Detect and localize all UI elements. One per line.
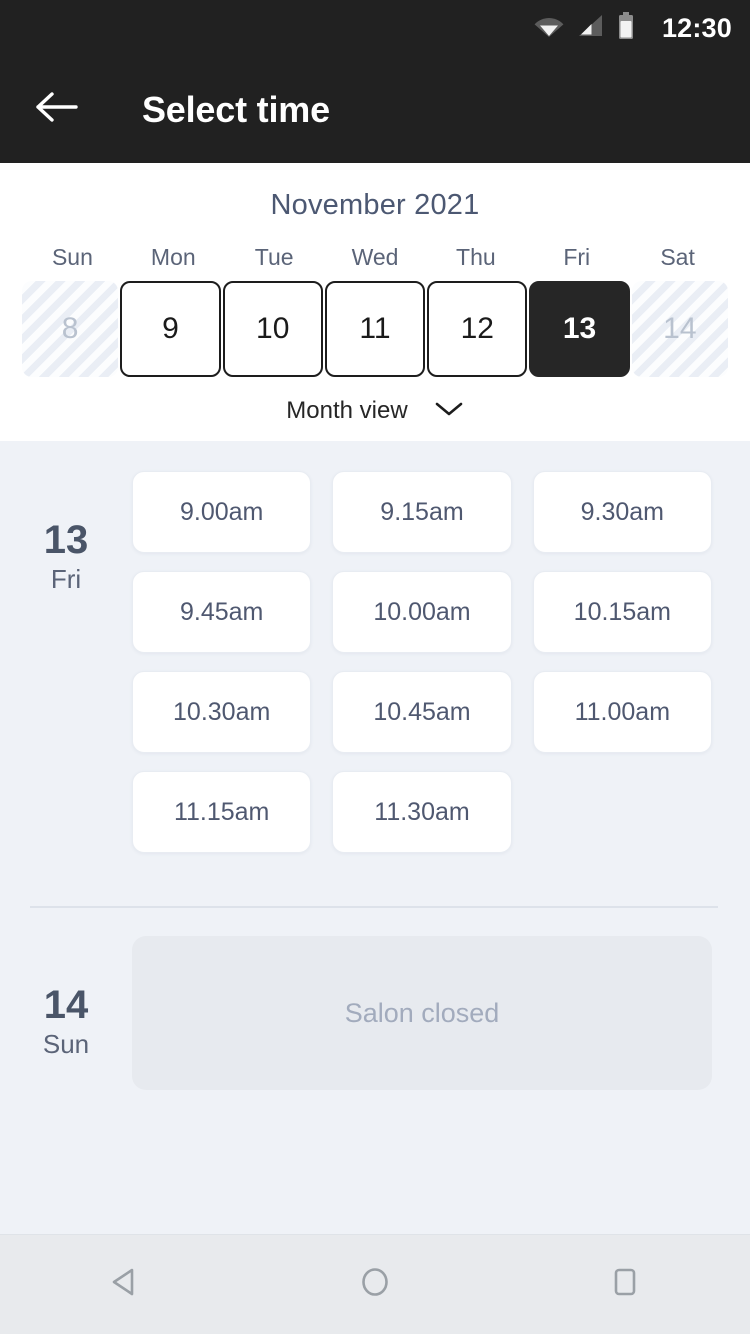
calendar-day-14: 14 xyxy=(631,281,728,377)
weekday-label-mon: Mon xyxy=(150,244,196,270)
chevron-down-icon xyxy=(434,400,464,423)
schedule-day-label: 14 Sun xyxy=(0,936,132,1090)
battery-icon xyxy=(618,11,634,45)
time-slot[interactable]: 11.00am xyxy=(532,671,712,753)
nav-back-button[interactable] xyxy=(65,1235,185,1334)
weekday-label-wed: Wed xyxy=(351,244,399,270)
back-button[interactable] xyxy=(34,87,80,133)
nav-recents-button[interactable] xyxy=(565,1235,685,1334)
circle-home-icon xyxy=(355,1262,395,1307)
calendar-weekday-row: Sun Mon Tue Wed Thu Fri Sat xyxy=(0,244,750,271)
status-bar-clock: 12:30 xyxy=(661,12,732,43)
time-slot[interactable]: 9.30am xyxy=(532,471,712,553)
schedule-day-of-week: Sun xyxy=(42,1029,90,1059)
weekday-label-tue: Tue xyxy=(254,244,294,270)
calendar-days-row: 8 9 10 11 12 13 14 xyxy=(0,281,750,377)
schedule-day-label: 13 Fri xyxy=(0,471,132,853)
month-view-label: Month view xyxy=(286,397,408,424)
schedule-day-of-week: Fri xyxy=(50,564,82,594)
app-bar: Select time xyxy=(0,56,750,163)
time-slot[interactable]: 10.45am xyxy=(332,671,512,753)
schedule-day-group-14: 14 Sun Salon closed xyxy=(0,908,750,1090)
calendar-day-11[interactable]: 11 xyxy=(324,281,426,377)
time-slot[interactable]: 9.15am xyxy=(332,471,512,553)
calendar-day-9[interactable]: 9 xyxy=(120,281,221,377)
salon-closed-banner: Salon closed xyxy=(132,936,712,1090)
page-title: Select time xyxy=(142,88,330,130)
time-slot[interactable]: 10.15am xyxy=(532,571,712,653)
schedule-day-number: 13 xyxy=(43,518,89,562)
schedule-scroll-area[interactable]: 13 Fri 9.00am 9.15am 9.30am 9.45am 10.00… xyxy=(0,441,750,1234)
calendar-day-12[interactable]: 12 xyxy=(427,281,528,377)
weekday-label-fri: Fri xyxy=(563,244,591,270)
app-screen: 12:30 Select time November 2021 Sun Mon … xyxy=(0,0,750,1334)
weekday-label-thu: Thu xyxy=(456,244,496,270)
time-slot[interactable]: 10.30am xyxy=(132,671,312,753)
calendar-day-8: 8 xyxy=(22,281,119,377)
month-view-toggle[interactable]: Month view xyxy=(0,397,750,425)
time-slot[interactable]: 9.00am xyxy=(132,471,312,553)
schedule-day-number: 14 xyxy=(43,983,89,1027)
status-bar-icons: 12:30 xyxy=(534,11,732,45)
wifi-icon xyxy=(534,14,564,43)
weekday-label-sat: Sat xyxy=(660,244,695,270)
time-slot[interactable]: 11.30am xyxy=(332,771,512,853)
square-recents-icon xyxy=(605,1262,645,1307)
schedule-day-group-13: 13 Fri 9.00am 9.15am 9.30am 9.45am 10.00… xyxy=(0,441,750,853)
time-slot[interactable]: 10.00am xyxy=(332,571,512,653)
time-slot[interactable]: 11.15am xyxy=(132,771,312,853)
status-bar: 12:30 xyxy=(0,0,750,56)
calendar-strip: November 2021 Sun Mon Tue Wed Thu Fri Sa… xyxy=(0,163,750,441)
android-nav-bar xyxy=(0,1234,750,1334)
calendar-day-13[interactable]: 13 xyxy=(529,281,630,377)
time-slot-grid: 9.00am 9.15am 9.30am 9.45am 10.00am 10.1… xyxy=(132,471,712,853)
calendar-month-title: November 2021 xyxy=(270,189,480,221)
time-slot[interactable]: 9.45am xyxy=(132,571,312,653)
nav-home-button[interactable] xyxy=(315,1235,435,1334)
weekday-label-sun: Sun xyxy=(51,244,93,270)
arrow-left-icon xyxy=(35,91,79,128)
calendar-day-10[interactable]: 10 xyxy=(222,281,323,377)
triangle-back-icon xyxy=(105,1262,145,1307)
cellular-signal-icon xyxy=(578,14,604,43)
